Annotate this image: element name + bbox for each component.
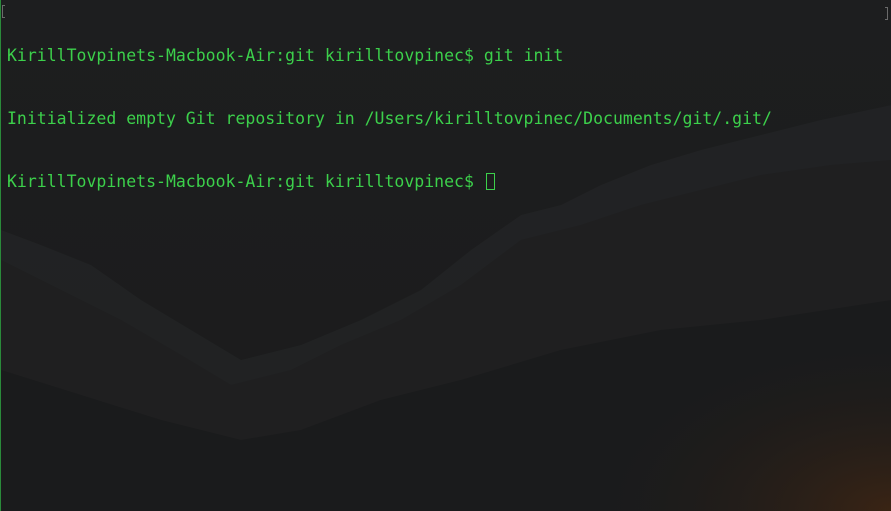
output-line: Initialized empty Git repository in /Use…	[7, 108, 772, 129]
text-cursor	[485, 173, 495, 190]
terminal-output[interactable]: KirillTovpinets-Macbook-Air:git kirillto…	[7, 3, 772, 234]
selection-bracket-left	[2, 5, 5, 18]
selection-bracket-right	[885, 7, 888, 20]
command-text: git init	[483, 46, 564, 65]
terminal-window[interactable]: KirillTovpinets-Macbook-Air:git kirillto…	[0, 0, 891, 511]
command-line: KirillTovpinets-Macbook-Air:git kirillto…	[7, 45, 772, 66]
shell-prompt: KirillTovpinets-Macbook-Air:git kirillto…	[7, 46, 484, 65]
active-command-line[interactable]: KirillTovpinets-Macbook-Air:git kirillto…	[7, 171, 772, 192]
command-output: Initialized empty Git repository in /Use…	[7, 109, 772, 128]
shell-prompt: KirillTovpinets-Macbook-Air:git kirillto…	[7, 172, 484, 191]
